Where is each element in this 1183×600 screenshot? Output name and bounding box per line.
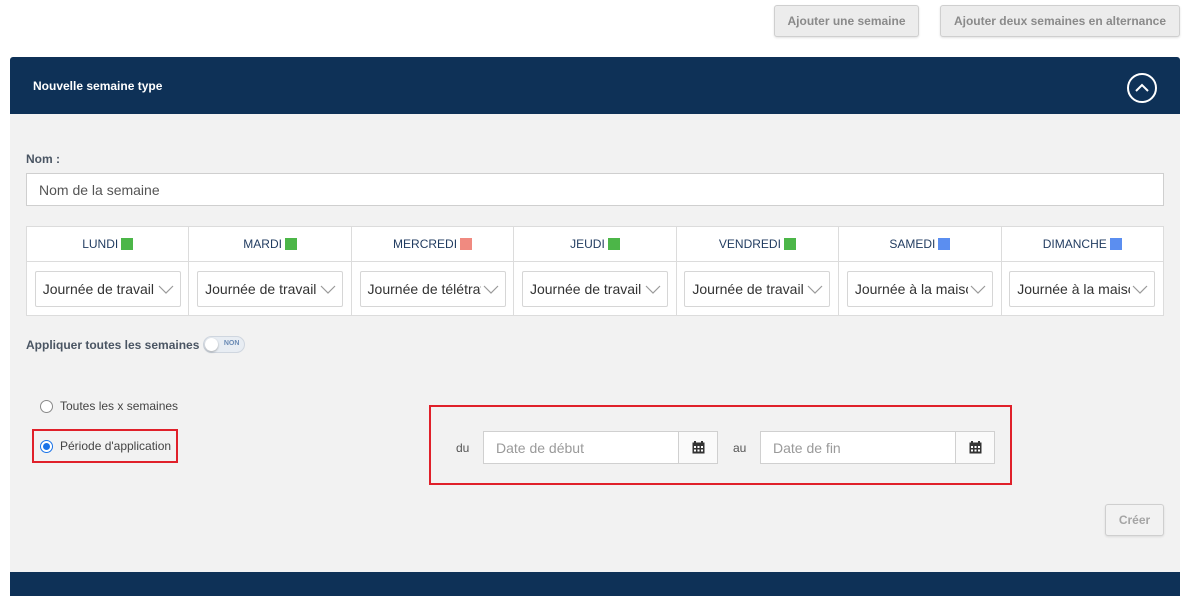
day-color-swatch [1109,238,1122,250]
day-header: VENDREDI [676,227,839,262]
day-type-value: Journée de travail [529,280,642,297]
day-column-vendredi: VENDREDI Journée de travail [676,227,840,315]
day-name: DIMANCHE [1042,237,1107,251]
day-body: Journée de travail [27,262,188,315]
chevron-down-icon [967,279,988,298]
panel-footer [10,572,1180,596]
chevron-down-icon [1130,279,1151,298]
end-date-input[interactable]: Date de fin [760,431,995,464]
day-type-select[interactable]: Journée à la maison [846,270,993,307]
chevron-up-icon [1135,83,1149,92]
apply-all-row: Appliquer toutes les semaines NON [26,336,246,353]
name-label: Nom : [26,152,60,166]
day-type-value: Journée de travail [205,280,317,297]
day-name: MERCREDI [393,237,458,251]
new-week-panel: Nouvelle semaine type Nom : LUNDI Journée… [10,57,1180,596]
apply-all-label: Appliquer toutes les semaines [26,337,200,352]
toggle-state-label: NON [223,340,240,347]
day-body: Journée à la maison [1002,262,1163,315]
day-column-mardi: MARDI Journée de travail [189,227,352,315]
day-color-swatch [938,238,951,250]
end-date-calendar-button[interactable] [955,432,994,463]
day-type-select[interactable]: Journée de télétravail [359,270,506,307]
day-body: Journée à la maison [839,262,1000,315]
chevron-down-icon [642,279,663,298]
day-column-jeudi: JEUDI Journée de travail [514,227,677,315]
chevron-down-icon [318,279,339,298]
calendar-icon [969,441,981,454]
day-type-value: Journée à la maison [854,280,981,297]
day-name: MARDI [243,237,282,251]
day-color-swatch [284,238,297,250]
week-name-input[interactable] [26,173,1164,206]
day-header: MERCREDI [351,227,514,262]
panel-title: Nouvelle semaine type [33,78,163,93]
day-type-select[interactable]: Journée de travail [684,270,831,307]
add-two-weeks-button[interactable]: Ajouter deux semaines en alternance [940,5,1180,37]
day-color-swatch [783,238,796,250]
calendar-icon [692,441,704,454]
day-color-swatch [460,238,473,250]
day-type-value: Journée de travail [42,280,154,297]
chevron-down-icon [480,279,501,298]
day-column-mercredi: MERCREDI Journée de télétravail [351,227,515,315]
day-header: MARDI [189,227,351,262]
day-type-select[interactable]: Journée de travail [34,270,181,307]
radio-period-label: Période d'application [60,439,172,453]
start-date-calendar-button[interactable] [678,432,717,463]
panel-header: Nouvelle semaine type [10,57,1180,114]
apply-all-toggle[interactable]: NON [203,336,246,353]
radio-every-x-weeks[interactable]: Toutes les x semaines [40,399,178,413]
day-column-lundi: LUNDI Journée de travail [27,227,190,315]
day-header: DIMANCHE [1001,227,1163,262]
day-name: JEUDI [570,237,605,251]
radio-every-x-weeks-label: Toutes les x semaines [60,399,179,413]
toggle-knob [205,338,219,351]
day-column-samedi: SAMEDI Journée à la maison [839,227,1002,315]
day-type-value: Journée à la maison [1017,280,1144,297]
day-header: SAMEDI [839,227,1001,262]
day-type-select[interactable]: Journée à la maison [1009,270,1156,307]
chevron-down-icon [155,279,176,298]
collapse-button[interactable] [1127,73,1157,103]
start-date-input[interactable]: Date de début [483,431,718,464]
day-color-swatch [121,238,134,250]
day-color-swatch [607,238,620,250]
radio-every-x-weeks-input[interactable] [40,399,53,413]
days-table: LUNDI Journée de travail MARDI Journée de t… [26,226,1164,316]
radio-period[interactable]: Période d'application [40,439,171,453]
date-to-label: au [733,441,747,455]
day-type-value: Journée de travail [692,280,804,297]
day-type-select[interactable]: Journée de travail [521,270,668,307]
day-header: JEUDI [514,227,676,262]
day-column-dimanche: DIMANCHE Journée à la maison [1001,227,1163,315]
date-from-label: du [456,441,470,455]
radio-period-input[interactable] [40,439,53,453]
day-header: LUNDI [27,227,189,262]
chevron-down-icon [805,279,826,298]
day-body: Journée de travail [189,262,350,315]
add-week-button[interactable]: Ajouter une semaine [774,5,919,37]
day-name: LUNDI [82,237,119,251]
day-name: SAMEDI [889,237,936,251]
day-name: VENDREDI [718,237,781,251]
day-type-select[interactable]: Journée de travail [197,270,344,307]
start-date-field[interactable]: Date de début [484,432,678,463]
create-button[interactable]: Créer [1105,504,1164,536]
day-body: Journée de travail [677,262,838,315]
day-body: Journée de travail [514,262,675,315]
day-body: Journée de télétravail [352,262,513,315]
end-date-field[interactable]: Date de fin [761,432,955,463]
